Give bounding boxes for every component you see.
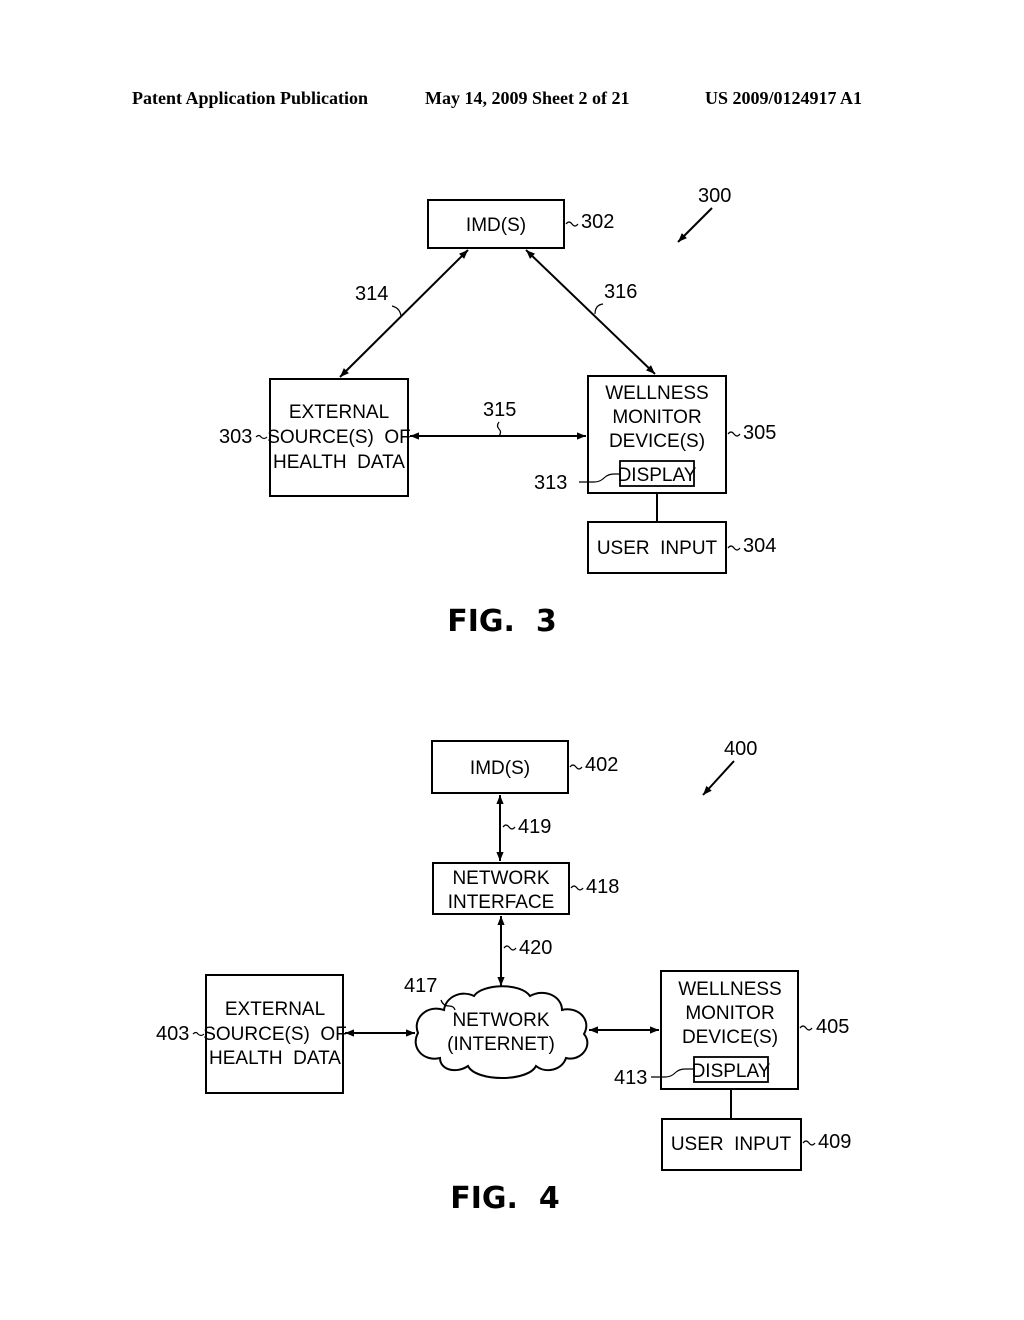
ref-300: 300 [698,185,731,207]
ref-419: 419 [518,816,551,838]
ref-403: 403 [156,1023,189,1045]
leader-402 [569,764,583,770]
external-source-line-1: EXTERNAL [289,402,389,423]
wellness-line-3: DEVICE(S) [682,1027,778,1048]
user-input-block-409: USER INPUT 409 [661,1089,851,1171]
ref-418: 418 [586,876,619,898]
user-input-label: USER INPUT [671,1134,792,1155]
leader-405 [799,1025,813,1031]
display-label: DISPLAY [618,465,697,486]
ref-314: 314 [355,283,388,305]
ref-402: 402 [585,754,618,776]
leader-314 [391,305,402,317]
leader-420 [503,945,517,951]
external-source-block-303: EXTERNAL SOURCE(S) OF HEALTH DATA 303 [219,378,411,497]
ref-400: 400 [724,738,757,760]
imd-block-402: IMD(S) 402 [431,740,618,794]
leader-304 [727,545,741,551]
leader-418 [570,885,584,891]
network-line-1: NETWORK [452,1010,549,1031]
network-line-2: (INTERNET) [447,1034,555,1055]
network-interface-line-2: INTERFACE [448,892,555,913]
leader-302 [565,221,579,227]
ref-313: 313 [534,472,567,494]
patent-figures: 300 IMD(S) 302 EXTERNAL SOURCE(S) OF HEA… [156,185,851,1216]
external-source-block-403: EXTERNAL SOURCE(S) OF HEALTH DATA 403 [156,974,347,1094]
ref-405: 405 [816,1016,849,1038]
imd-label: IMD(S) [466,215,526,236]
external-source-line-1: EXTERNAL [225,999,325,1020]
network-interface-line-1: NETWORK [452,868,549,889]
leader-316 [594,303,604,315]
imd-label: IMD(S) [470,758,530,779]
network-interface-block-418: NETWORK INTERFACE 418 [432,862,619,915]
external-source-line-2: SOURCE(S) OF [267,427,411,448]
wellness-line-3: DEVICE(S) [609,431,705,452]
user-input-label: USER INPUT [597,538,718,559]
ref-400-pointer-arrow [702,760,735,796]
ref-315: 315 [483,399,516,421]
ref-316: 316 [604,281,637,303]
external-source-line-2: SOURCE(S) OF [203,1024,347,1045]
leader-305 [727,431,741,437]
ref-417: 417 [404,975,437,997]
display-label: DISPLAY [692,1061,771,1082]
ref-303: 303 [219,426,252,448]
ref-413: 413 [614,1067,647,1089]
ref-300-pointer-arrow [677,207,713,243]
ref-420: 420 [519,937,552,959]
ref-305: 305 [743,422,776,444]
network-cloud-417: NETWORK (INTERNET) 417 [404,975,589,1079]
figure-4-caption: FIG. 4 [450,1181,559,1216]
wellness-line-1: WELLNESS [678,979,781,1000]
link-316-imd-wellness [525,249,656,375]
figure-3-caption: FIG. 3 [447,604,556,639]
wellness-line-1: WELLNESS [605,383,708,404]
leader-315 [496,421,502,437]
link-314-imd-external [339,249,469,378]
ref-304: 304 [743,535,776,557]
wellness-line-2: MONITOR [685,1003,774,1024]
figure-4: 400 IMD(S) 402 419 NETWORK INTERFACE 418… [156,738,851,1216]
ref-409: 409 [818,1131,851,1153]
leader-303 [255,434,268,440]
external-source-line-3: HEALTH DATA [209,1048,341,1069]
imd-block-302: IMD(S) 302 [427,199,614,249]
leader-419 [502,824,516,830]
user-input-block-304: USER INPUT 304 [587,493,776,574]
ref-302: 302 [581,211,614,233]
figure-3: 300 IMD(S) 302 EXTERNAL SOURCE(S) OF HEA… [219,185,776,639]
leader-409 [802,1140,816,1146]
wellness-line-2: MONITOR [612,407,701,428]
external-source-line-3: HEALTH DATA [273,452,405,473]
